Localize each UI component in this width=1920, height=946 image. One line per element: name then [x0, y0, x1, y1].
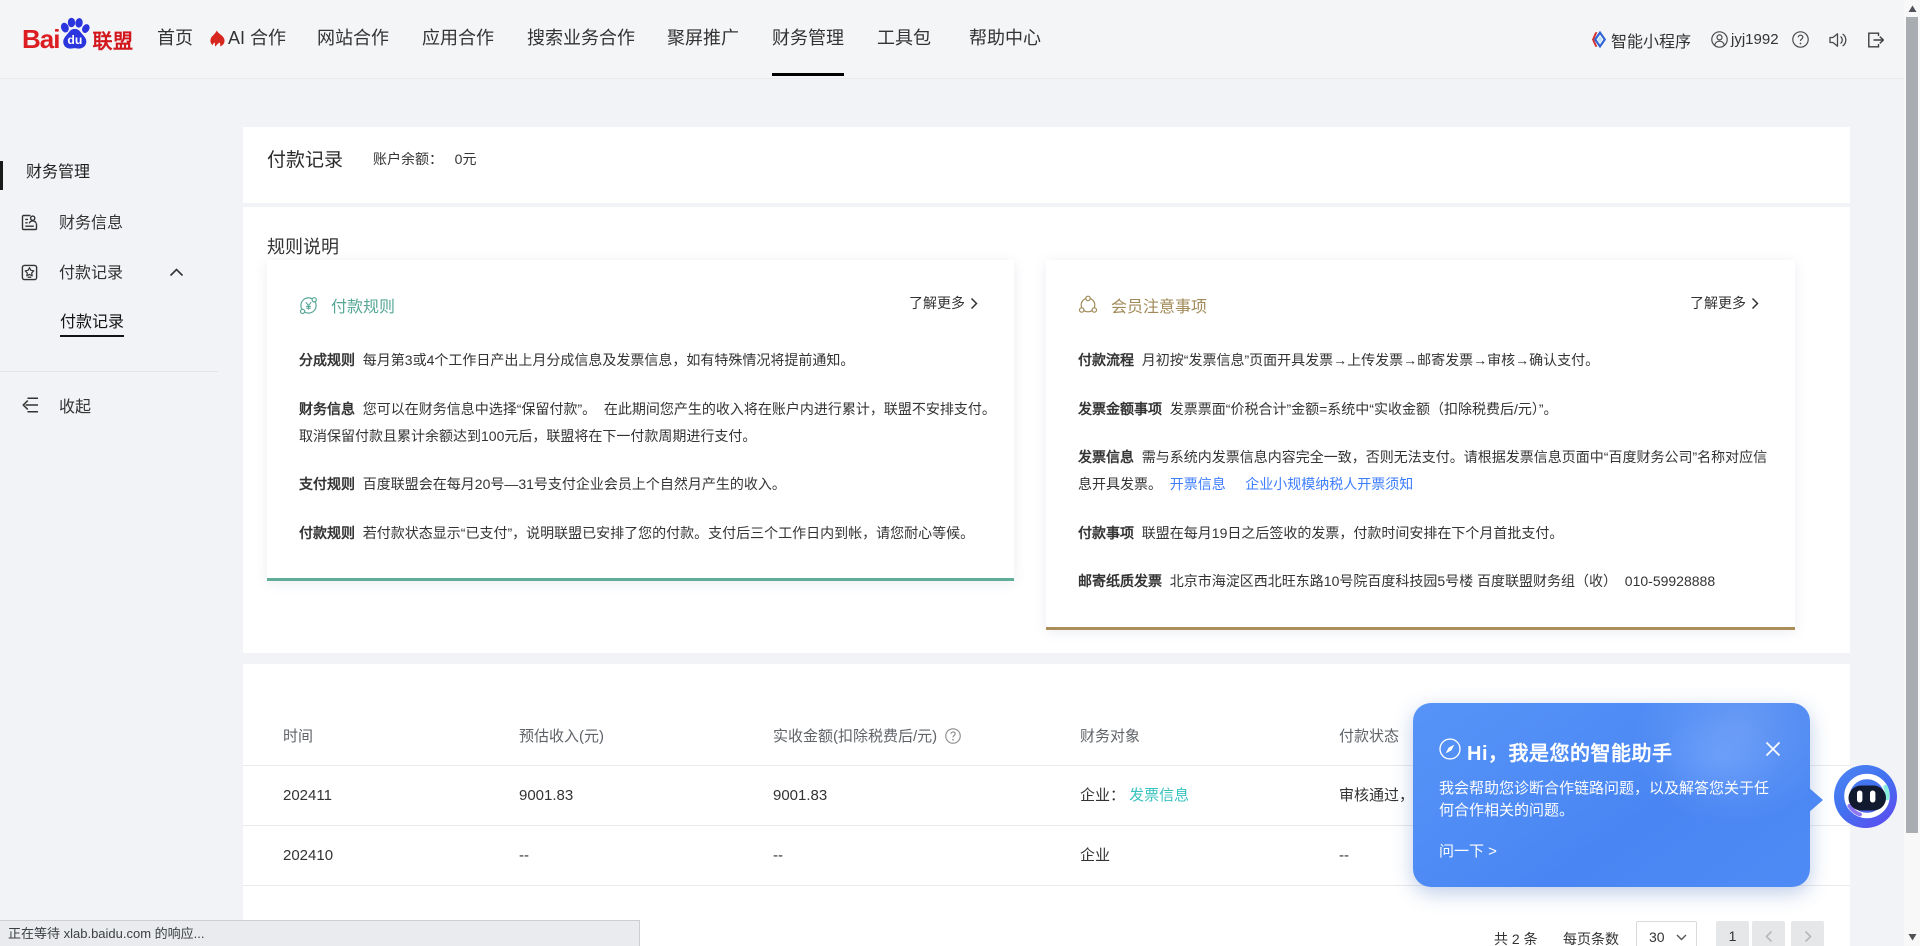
svg-text:du: du	[68, 32, 83, 46]
